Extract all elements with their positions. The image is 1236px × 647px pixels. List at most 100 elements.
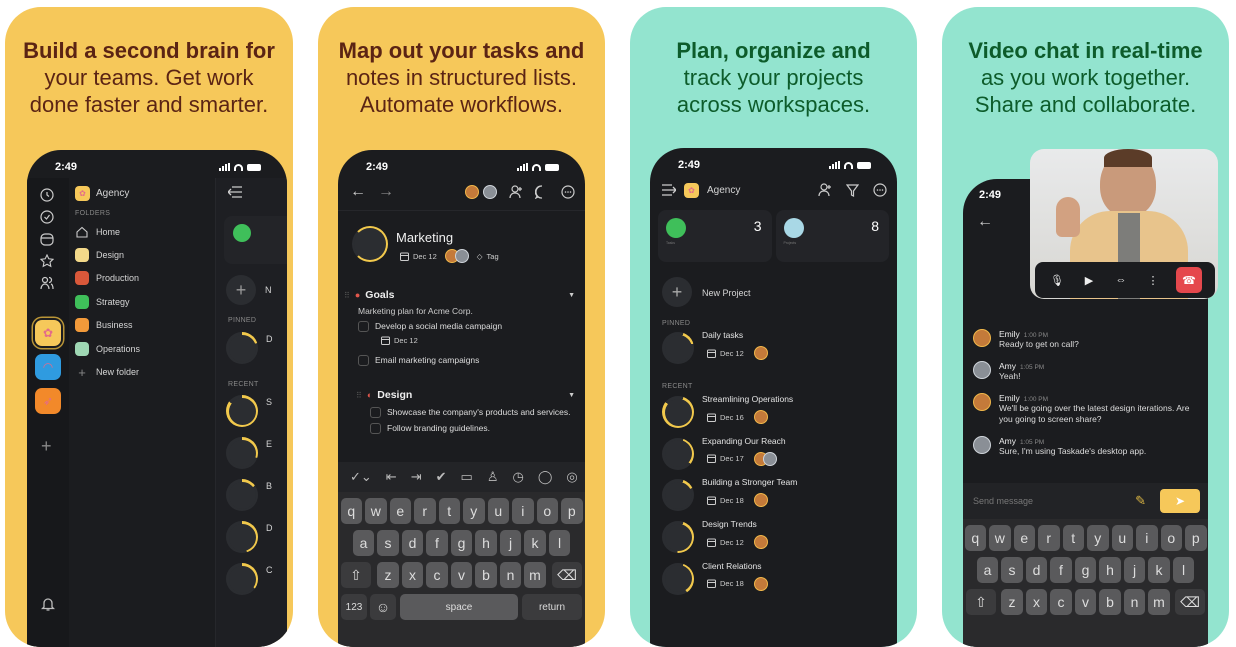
task-checkbox[interactable]: [370, 423, 381, 434]
camera-icon[interactable]: ▶: [1080, 274, 1098, 287]
key-p[interactable]: p: [561, 498, 583, 524]
key-i[interactable]: i: [512, 498, 534, 524]
person-icon[interactable]: ♙: [487, 469, 499, 485]
date-chip[interactable]: Dec 16: [707, 413, 744, 422]
clock-icon[interactable]: [40, 188, 54, 202]
key-x[interactable]: x: [1025, 589, 1048, 615]
attachment-icon[interactable]: ✎: [1135, 493, 1146, 509]
calendar-icon[interactable]: [40, 232, 54, 246]
date-chip[interactable]: Dec 12: [400, 252, 437, 261]
key-k[interactable]: k: [1148, 557, 1170, 583]
key-z[interactable]: z: [1001, 589, 1023, 615]
avatar[interactable]: [465, 185, 479, 199]
key-h[interactable]: h: [475, 530, 497, 556]
menu-icon[interactable]: [662, 184, 676, 196]
key-j[interactable]: j: [499, 530, 522, 556]
key-r[interactable]: r: [414, 498, 436, 524]
key-n[interactable]: n: [499, 562, 522, 588]
key-y[interactable]: y: [1087, 525, 1109, 551]
emoji-key[interactable]: ☺: [370, 594, 396, 620]
key-f[interactable]: f: [426, 530, 448, 556]
collapse-sidebar-icon[interactable]: [228, 186, 242, 198]
key-l[interactable]: l: [548, 530, 571, 556]
screen-share-icon[interactable]: ⇔: [1112, 274, 1130, 286]
section-header[interactable]: ⠿ ◐ Design ▼: [356, 388, 575, 402]
project-item[interactable]: Expanding Our Reach Dec 17: [662, 436, 889, 478]
key-b[interactable]: b: [475, 562, 497, 588]
new-project-label[interactable]: New Project: [702, 288, 751, 298]
folder-item[interactable]: + New folder: [75, 360, 215, 383]
task-item[interactable]: Showcase the company's products and serv…: [370, 407, 575, 418]
key-m[interactable]: m: [1148, 589, 1170, 615]
shift-key[interactable]: ⇧: [341, 562, 371, 588]
more-icon[interactable]: ◎: [566, 469, 577, 485]
key-x[interactable]: x: [401, 562, 424, 588]
folder-item[interactable]: Operations: [75, 337, 215, 360]
key-g[interactable]: g: [450, 530, 473, 556]
avatar-emily[interactable]: [973, 329, 991, 347]
date-chip[interactable]: Dec 12: [707, 538, 744, 547]
date-chip[interactable]: Dec 17: [707, 454, 744, 464]
avatar-amy[interactable]: [973, 436, 991, 454]
return-key[interactable]: return: [522, 594, 582, 620]
task-checkbox[interactable]: [370, 407, 381, 418]
avatar[interactable]: [483, 185, 497, 199]
check-dropdown-icon[interactable]: ✓⌄: [350, 469, 372, 485]
date-chip[interactable]: Dec 18: [707, 579, 744, 589]
key-a[interactable]: a: [352, 530, 375, 556]
key-u[interactable]: u: [1111, 525, 1133, 551]
key-l[interactable]: l: [1172, 557, 1195, 583]
key-y[interactable]: y: [463, 498, 485, 524]
outdent-icon[interactable]: ⇤: [386, 469, 397, 485]
stat-card-projects[interactable]: Projects 8: [775, 210, 889, 262]
key-i[interactable]: i: [1136, 525, 1158, 551]
date-chip[interactable]: Dec 12: [707, 349, 744, 358]
key-v[interactable]: v: [1074, 589, 1097, 615]
folder-item[interactable]: Design: [75, 243, 215, 266]
backspace-key[interactable]: ⌫: [552, 562, 582, 588]
forward-arrow-icon[interactable]: →: [378, 183, 394, 201]
key-a[interactable]: a: [976, 557, 999, 583]
check-circle-icon[interactable]: [40, 210, 54, 224]
numbers-key[interactable]: 123: [341, 594, 367, 620]
key-b[interactable]: b: [1099, 589, 1121, 615]
more-icon[interactable]: [873, 183, 887, 197]
more-vertical-icon[interactable]: ⋮: [1144, 274, 1162, 287]
back-arrow-icon[interactable]: ←: [977, 213, 993, 231]
key-k[interactable]: k: [524, 530, 546, 556]
key-d[interactable]: d: [401, 530, 424, 556]
avatar-emily[interactable]: [973, 393, 991, 411]
key-e[interactable]: e: [389, 498, 411, 524]
key-m[interactable]: m: [524, 562, 546, 588]
stat-card-tasks[interactable]: Tasks 3: [658, 210, 772, 262]
folder-item[interactable]: Business: [75, 314, 215, 337]
comment-icon[interactable]: [535, 185, 549, 199]
key-s[interactable]: s: [377, 530, 399, 556]
key-o[interactable]: o: [1160, 525, 1182, 551]
project-item[interactable]: Daily tasks Dec 12: [662, 330, 889, 372]
key-s[interactable]: s: [1001, 557, 1023, 583]
collapse-caret-icon[interactable]: ▼: [568, 292, 575, 299]
stat-card[interactable]: [224, 216, 287, 264]
task-item[interactable]: Develop a social media campaign Dec 12: [358, 321, 575, 350]
project-item[interactable]: Building a Stronger Team Dec 18: [662, 477, 889, 519]
task-item[interactable]: Follow branding guidelines.: [370, 423, 575, 434]
workspace-header[interactable]: ✿ Agency: [75, 184, 215, 202]
key-u[interactable]: u: [487, 498, 509, 524]
workspace-rocket[interactable]: ➶: [35, 388, 61, 414]
key-e[interactable]: e: [1013, 525, 1035, 551]
bell-icon[interactable]: [41, 596, 55, 612]
add-user-icon[interactable]: [818, 183, 832, 197]
end-call-icon[interactable]: ☎: [1176, 267, 1202, 293]
key-w[interactable]: w: [365, 498, 387, 524]
drag-handle-icon[interactable]: ⠿: [344, 291, 350, 300]
task-item[interactable]: Email marketing campaigns: [358, 355, 575, 366]
key-q[interactable]: q: [340, 498, 362, 524]
indent-icon[interactable]: ⇥: [411, 469, 422, 485]
key-c[interactable]: c: [426, 562, 448, 588]
key-q[interactable]: q: [964, 525, 986, 551]
key-r[interactable]: r: [1038, 525, 1060, 551]
workspace-name[interactable]: Agency: [707, 185, 740, 196]
back-arrow-icon[interactable]: ←: [350, 183, 366, 201]
send-button[interactable]: ➤: [1160, 489, 1200, 513]
